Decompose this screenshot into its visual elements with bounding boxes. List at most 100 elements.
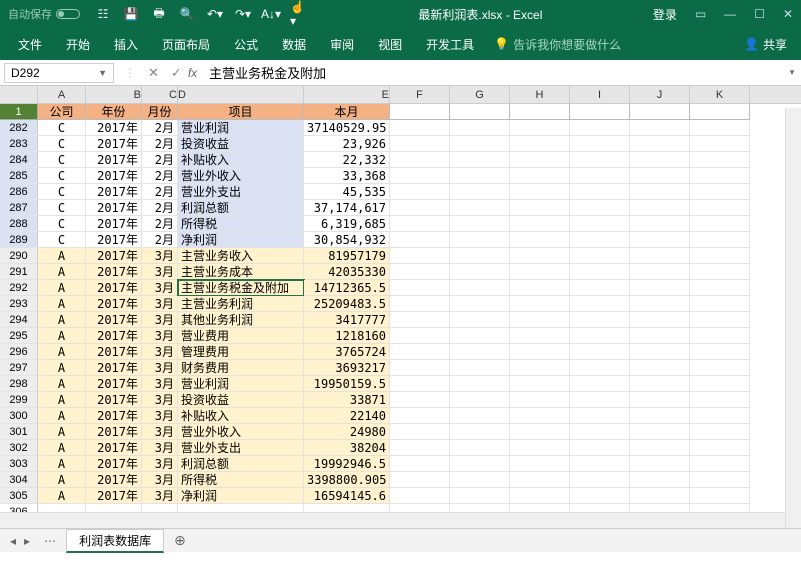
row-header[interactable]: 287 <box>0 200 38 216</box>
cell[interactable]: A <box>38 296 86 312</box>
cell[interactable]: 45,535 <box>304 184 390 200</box>
cell[interactable] <box>510 280 570 296</box>
col-header[interactable]: C <box>142 86 178 103</box>
cell[interactable]: C <box>38 232 86 248</box>
cell[interactable] <box>570 232 630 248</box>
cell[interactable]: 管理费用 <box>178 344 304 360</box>
cell[interactable]: 营业外支出 <box>178 440 304 456</box>
cell[interactable] <box>570 488 630 504</box>
cell[interactable]: 23,926 <box>304 136 390 152</box>
cell[interactable] <box>570 424 630 440</box>
cell[interactable]: 营业利润 <box>178 376 304 392</box>
cell[interactable]: 2017年 <box>86 152 142 168</box>
row-header[interactable]: 305 <box>0 488 38 504</box>
cell[interactable]: 3月 <box>142 344 178 360</box>
table-header[interactable]: 年份 <box>86 104 142 120</box>
cell[interactable] <box>510 456 570 472</box>
cell[interactable]: 3月 <box>142 456 178 472</box>
cell[interactable]: 3月 <box>142 360 178 376</box>
minimize-icon[interactable]: — <box>724 7 736 21</box>
cell[interactable] <box>690 200 750 216</box>
share-button[interactable]: 👤 共享 <box>736 34 795 55</box>
cell[interactable] <box>510 152 570 168</box>
cell[interactable]: A <box>38 264 86 280</box>
cell[interactable] <box>630 456 690 472</box>
cell[interactable]: A <box>38 472 86 488</box>
cell[interactable]: 主营业务税金及附加 <box>178 280 304 296</box>
redo-icon[interactable]: ↷▾ <box>234 5 252 23</box>
cell[interactable] <box>570 216 630 232</box>
cell[interactable] <box>390 296 450 312</box>
cell[interactable] <box>690 344 750 360</box>
cell[interactable] <box>690 296 750 312</box>
cell[interactable]: A <box>38 424 86 440</box>
cell[interactable] <box>690 440 750 456</box>
cell[interactable] <box>690 328 750 344</box>
cell[interactable] <box>390 248 450 264</box>
cell[interactable] <box>450 312 510 328</box>
autosave-toggle[interactable]: 自动保存 <box>8 6 80 22</box>
cell[interactable]: 2017年 <box>86 392 142 408</box>
cell[interactable] <box>390 424 450 440</box>
col-header[interactable]: G <box>450 86 510 103</box>
row-header[interactable]: 304 <box>0 472 38 488</box>
cell[interactable]: 净利润 <box>178 232 304 248</box>
cell[interactable]: 2017年 <box>86 312 142 328</box>
cell[interactable]: 2017年 <box>86 360 142 376</box>
row-header[interactable]: 284 <box>0 152 38 168</box>
cell[interactable] <box>690 136 750 152</box>
cell[interactable] <box>630 184 690 200</box>
row-header[interactable]: 294 <box>0 312 38 328</box>
cell[interactable] <box>510 296 570 312</box>
print-preview-icon[interactable]: 🔍 <box>178 5 196 23</box>
cell[interactable] <box>390 488 450 504</box>
cell[interactable]: 14712365.5 <box>304 280 390 296</box>
cell[interactable] <box>450 440 510 456</box>
cell[interactable]: C <box>38 216 86 232</box>
cell[interactable]: 2017年 <box>86 136 142 152</box>
horizontal-scrollbar[interactable] <box>0 512 785 528</box>
cell[interactable]: 2017年 <box>86 344 142 360</box>
sort-icon[interactable]: A↓▾ <box>262 5 280 23</box>
cell[interactable] <box>690 232 750 248</box>
cell[interactable] <box>630 344 690 360</box>
cell[interactable]: 25209483.5 <box>304 296 390 312</box>
cell[interactable]: 24980 <box>304 424 390 440</box>
cell[interactable]: 3月 <box>142 312 178 328</box>
cell[interactable] <box>570 264 630 280</box>
cell[interactable]: C <box>38 152 86 168</box>
cell[interactable] <box>510 264 570 280</box>
cell[interactable]: 所得税 <box>178 216 304 232</box>
cell[interactable] <box>570 344 630 360</box>
cell[interactable] <box>510 392 570 408</box>
cell[interactable]: 3月 <box>142 424 178 440</box>
cell[interactable]: 2月 <box>142 136 178 152</box>
cell[interactable] <box>630 264 690 280</box>
cell[interactable]: 2017年 <box>86 248 142 264</box>
cell[interactable]: 投资收益 <box>178 136 304 152</box>
cell[interactable] <box>570 328 630 344</box>
cell[interactable] <box>570 168 630 184</box>
cell[interactable] <box>630 408 690 424</box>
tab-list-icon[interactable]: ⋯ <box>44 534 56 548</box>
select-all-button[interactable] <box>0 86 38 103</box>
cell[interactable]: 营业外支出 <box>178 184 304 200</box>
cell[interactable]: C <box>38 184 86 200</box>
cell[interactable]: 2017年 <box>86 264 142 280</box>
cell[interactable] <box>570 136 630 152</box>
cell[interactable] <box>570 408 630 424</box>
col-header[interactable]: A <box>38 86 86 103</box>
cell[interactable] <box>690 216 750 232</box>
row-header[interactable]: 292 <box>0 280 38 296</box>
tab-developer[interactable]: 开发工具 <box>414 32 486 57</box>
cell[interactable]: 2017年 <box>86 328 142 344</box>
cell[interactable] <box>390 168 450 184</box>
cell[interactable]: C <box>38 120 86 136</box>
cell[interactable]: A <box>38 280 86 296</box>
cell[interactable]: 37,174,617 <box>304 200 390 216</box>
cell[interactable]: 2月 <box>142 120 178 136</box>
cell[interactable]: 22140 <box>304 408 390 424</box>
tab-view[interactable]: 视图 <box>366 32 414 57</box>
cell[interactable]: 2017年 <box>86 296 142 312</box>
row-header[interactable]: 1 <box>0 104 38 120</box>
